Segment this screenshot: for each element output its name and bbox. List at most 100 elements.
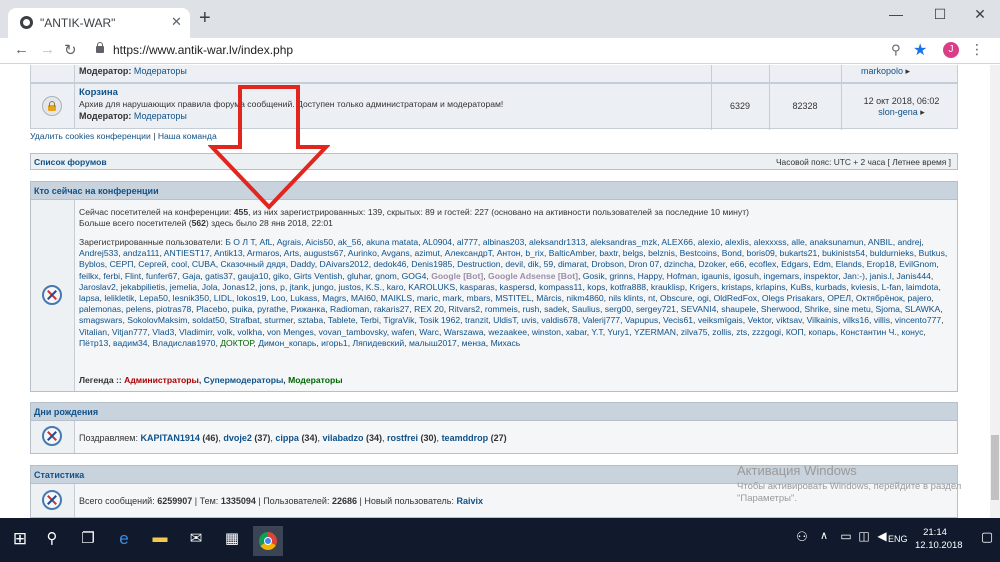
user-link[interactable]: TigraVik bbox=[383, 315, 414, 325]
mail-icon[interactable]: ✉ bbox=[184, 529, 208, 547]
user-link[interactable]: zzzgogi bbox=[752, 327, 781, 337]
user-link[interactable]: puika bbox=[232, 304, 253, 314]
user-link[interactable]: grinns bbox=[609, 271, 632, 281]
user-link[interactable]: e66 bbox=[730, 259, 744, 269]
user-link[interactable]: Byblos bbox=[79, 259, 105, 269]
user-link[interactable]: игорь1 bbox=[321, 338, 348, 348]
file-explorer-icon[interactable]: ▬ bbox=[148, 529, 172, 546]
user-link[interactable]: gluhar bbox=[347, 271, 370, 281]
user-link[interactable]: AL0904 bbox=[422, 237, 452, 247]
user-link[interactable]: p bbox=[280, 282, 285, 292]
user-link[interactable]: OPEЛ bbox=[827, 293, 851, 303]
user-link[interactable]: aleksandr1313 bbox=[529, 237, 585, 247]
user-link[interactable]: KuBs bbox=[790, 282, 811, 292]
user-link[interactable]: jtank bbox=[290, 282, 308, 292]
user-link[interactable]: jemelia bbox=[170, 282, 197, 292]
user-link[interactable]: Bestcoins bbox=[680, 248, 717, 258]
goto-last-post-icon[interactable]: ▸ bbox=[920, 107, 925, 117]
user-link[interactable]: kviesis bbox=[851, 282, 877, 292]
user-link[interactable]: lapsa bbox=[79, 293, 100, 303]
user-link[interactable]: Armaros bbox=[247, 248, 279, 258]
user-link[interactable]: вадим34 bbox=[113, 338, 148, 348]
user-link[interactable]: justos bbox=[338, 282, 360, 292]
user-link[interactable]: albinas203 bbox=[483, 237, 525, 247]
user-link[interactable]: ak_56 bbox=[338, 237, 361, 247]
user-link[interactable]: Agrais bbox=[277, 237, 301, 247]
user-link[interactable]: Сергей bbox=[138, 259, 166, 269]
lock-icon[interactable] bbox=[96, 42, 104, 53]
user-link[interactable]: tranzit bbox=[465, 315, 488, 325]
user-link[interactable]: AfL bbox=[259, 237, 272, 247]
user-link[interactable]: Б О Л Т bbox=[225, 237, 254, 247]
browser-menu-icon[interactable]: ⋮ bbox=[970, 41, 984, 58]
back-arrow-icon[interactable]: ← bbox=[14, 41, 29, 58]
user-link[interactable]: Tablete bbox=[328, 315, 356, 325]
user-link[interactable]: SLAWKA bbox=[905, 304, 941, 314]
moderators-link[interactable]: Модераторы bbox=[134, 66, 187, 76]
user-link[interactable]: igosuh bbox=[734, 271, 759, 281]
user-link[interactable]: krauklisp bbox=[651, 282, 685, 292]
user-link[interactable]: gatis37 bbox=[205, 271, 233, 281]
user-link[interactable]: Lepa50 bbox=[139, 293, 168, 303]
user-link[interactable]: kaspersd bbox=[500, 282, 535, 292]
user-link[interactable]: wafen bbox=[392, 327, 415, 337]
user-link[interactable]: zollis bbox=[712, 327, 731, 337]
user-link[interactable]: MAI60 bbox=[351, 293, 376, 303]
user-link[interactable]: wezaakee bbox=[488, 327, 527, 337]
user-link[interactable]: Andrej533 bbox=[79, 248, 118, 258]
user-link[interactable]: Janis444 bbox=[896, 271, 930, 281]
last-poster-link[interactable]: slon-gena bbox=[878, 107, 918, 117]
search-icon[interactable]: ⚲ bbox=[40, 529, 64, 547]
user-link[interactable]: ALEX66 bbox=[661, 237, 693, 247]
user-link[interactable]: akuna matata bbox=[366, 237, 418, 247]
user-link[interactable]: MSTITEL bbox=[495, 293, 531, 303]
user-link[interactable]: копарь bbox=[808, 327, 835, 337]
user-link[interactable]: конус bbox=[902, 327, 924, 337]
user-link[interactable]: smagswars bbox=[79, 315, 122, 325]
user-link[interactable]: Михась bbox=[491, 338, 521, 348]
delete-cookies-link[interactable]: Удалить cookies конференции bbox=[30, 131, 151, 141]
user-link[interactable]: kristaps bbox=[722, 282, 752, 292]
user-link[interactable]: Vladimirr bbox=[179, 327, 212, 337]
user-link[interactable]: Димон_копарь bbox=[258, 338, 316, 348]
user-link[interactable]: Warszawa bbox=[444, 327, 484, 337]
user-link[interactable]: Destruction bbox=[457, 259, 500, 269]
user-link[interactable]: Erop18 bbox=[867, 259, 895, 269]
user-link[interactable]: Hofman bbox=[667, 271, 697, 281]
user-link[interactable]: Strafbat bbox=[230, 315, 260, 325]
user-link[interactable]: Flint bbox=[125, 271, 141, 281]
user-link[interactable]: Terbi bbox=[360, 315, 379, 325]
goto-last-post-icon[interactable]: ▸ bbox=[906, 66, 911, 76]
user-link[interactable]: zts bbox=[736, 327, 747, 337]
user-link[interactable]: janis.l bbox=[870, 271, 892, 281]
edge-browser-icon[interactable]: e bbox=[112, 529, 136, 549]
minimize-window-icon[interactable]: — bbox=[876, 6, 916, 22]
user-link[interactable]: Y.T bbox=[591, 327, 602, 337]
user-link[interactable]: Пётр13 bbox=[79, 338, 108, 348]
user-link[interactable]: jekabpilietis bbox=[121, 282, 165, 292]
user-link[interactable]: Sjoma bbox=[876, 304, 900, 314]
user-link[interactable]: СЕРП bbox=[110, 259, 134, 269]
user-link[interactable]: Антон bbox=[497, 248, 521, 258]
user-link[interactable]: Valerij777 bbox=[582, 315, 620, 325]
user-link[interactable]: nikm4860 bbox=[566, 293, 603, 303]
user-link[interactable]: gaujа10 bbox=[238, 271, 269, 281]
user-link[interactable]: serg00 bbox=[605, 304, 631, 314]
user-link[interactable]: Сказочный дядя bbox=[221, 259, 286, 269]
birthday-user-link[interactable]: vilabadzo bbox=[322, 433, 363, 443]
user-link[interactable]: АлександрT bbox=[445, 248, 492, 258]
user-link[interactable]: dimarat bbox=[558, 259, 587, 269]
user-link[interactable]: Edm bbox=[813, 259, 831, 269]
user-link[interactable]: alexxxss bbox=[754, 237, 787, 247]
user-link[interactable]: Jonas12 bbox=[222, 282, 255, 292]
user-link[interactable]: ANTIEST17 bbox=[164, 248, 210, 258]
user-link[interactable]: feilkx bbox=[79, 271, 99, 281]
user-link[interactable]: Aicis50 bbox=[305, 237, 333, 247]
user-link[interactable]: anaksunamun bbox=[810, 237, 864, 247]
user-link[interactable]: vincento777 bbox=[895, 315, 941, 325]
user-link[interactable]: kotfra888 bbox=[610, 282, 646, 292]
user-link[interactable]: jungo bbox=[313, 282, 334, 292]
forum-title-link[interactable]: Корзина bbox=[79, 87, 118, 98]
user-link[interactable]: alexlis bbox=[725, 237, 749, 247]
forward-arrow-icon[interactable]: → bbox=[40, 41, 55, 58]
